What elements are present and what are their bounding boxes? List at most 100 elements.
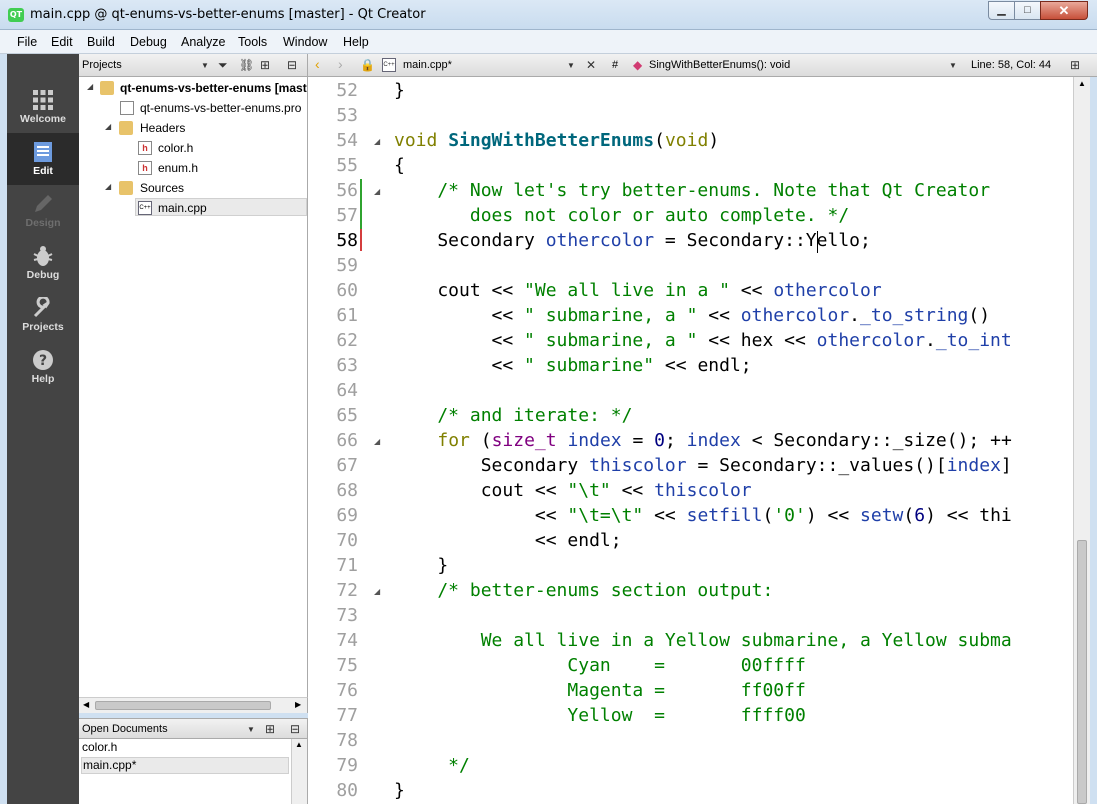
tree-item-label: main.cpp bbox=[158, 201, 207, 215]
chevron-down-icon[interactable]: ▼ bbox=[567, 61, 575, 70]
chevron-down-icon[interactable]: ▼ bbox=[201, 61, 209, 70]
minimize-button[interactable]: ▁ bbox=[988, 1, 1015, 20]
line-number: 76 bbox=[336, 680, 358, 701]
mode-help-label: Help bbox=[31, 373, 55, 385]
mode-projects[interactable]: Projects bbox=[7, 289, 79, 341]
wrench-icon bbox=[33, 297, 50, 318]
cursor-position[interactable]: Line: 58, Col: 44 bbox=[971, 59, 1051, 71]
mode-welcome-label: Welcome bbox=[20, 113, 66, 125]
code-line: for (size_t index = 0; index < Secondary… bbox=[437, 430, 1012, 451]
fold-marker-icon[interactable]: ◢ bbox=[374, 187, 380, 196]
expanded-arrow-icon[interactable]: ◢ bbox=[105, 122, 111, 131]
forward-icon[interactable]: › bbox=[338, 56, 343, 72]
scroll-left-icon[interactable]: ◀ bbox=[83, 700, 89, 709]
menu-window[interactable]: Window bbox=[283, 35, 327, 49]
header-file-icon: h bbox=[138, 141, 152, 155]
mode-debug[interactable]: Debug bbox=[7, 237, 79, 289]
fold-marker-icon[interactable]: ◢ bbox=[374, 587, 380, 596]
tree-item-project[interactable]: ◢ qt-enums-vs-better-enums [master] bbox=[79, 78, 307, 98]
menu-debug[interactable]: Debug bbox=[130, 35, 167, 49]
hash-marker: # bbox=[612, 59, 619, 71]
tree-item-headers[interactable]: ◢ Headers bbox=[79, 118, 307, 138]
split-icon[interactable]: ⊞ bbox=[265, 722, 275, 736]
scroll-right-icon[interactable]: ▶ bbox=[295, 700, 301, 709]
open-document-item[interactable]: color.h bbox=[81, 740, 289, 757]
line-number: 59 bbox=[336, 255, 358, 276]
code-line: << endl; bbox=[394, 530, 622, 551]
mode-welcome[interactable]: Welcome bbox=[7, 81, 79, 133]
line-number: 62 bbox=[336, 330, 358, 351]
menu-edit[interactable]: Edit bbox=[51, 35, 73, 49]
mode-help[interactable]: ? Help bbox=[7, 341, 79, 393]
tree-item-pro-file[interactable]: qt-enums-vs-better-enums.pro bbox=[79, 98, 307, 118]
menu-build[interactable]: Build bbox=[87, 35, 115, 49]
header-file-icon: h bbox=[138, 161, 152, 175]
mode-edit[interactable]: Edit bbox=[7, 133, 79, 185]
mode-design-label: Design bbox=[25, 217, 61, 229]
line-number: 64 bbox=[336, 380, 358, 401]
menu-help[interactable]: Help bbox=[343, 35, 369, 49]
line-number: 79 bbox=[336, 755, 358, 776]
chevron-down-icon[interactable]: ▼ bbox=[247, 725, 255, 734]
code-line: Secondary othercolor = Secondary::Yello; bbox=[394, 230, 871, 251]
code-editor[interactable]: } void SingWithBetterEnums(void) { /* Now … bbox=[388, 77, 1073, 804]
modebar-top-strip bbox=[7, 54, 79, 77]
open-documents-selector[interactable]: Open Documents bbox=[82, 723, 168, 735]
function-symbol-icon: ◆ bbox=[633, 58, 643, 72]
split-editor-icon[interactable]: ⊞ bbox=[1070, 58, 1080, 72]
modified-line-marker bbox=[360, 229, 362, 251]
mode-edit-label: Edit bbox=[33, 165, 53, 177]
open-document-item[interactable]: main.cpp* bbox=[81, 757, 289, 774]
scroll-up-icon[interactable]: ▲ bbox=[1078, 79, 1086, 88]
expanded-arrow-icon[interactable]: ◢ bbox=[105, 182, 111, 191]
menu-analyze[interactable]: Analyze bbox=[181, 35, 225, 49]
menu-tools[interactable]: Tools bbox=[238, 35, 267, 49]
back-icon[interactable]: ‹ bbox=[315, 56, 320, 72]
symbol-selector[interactable]: SingWithBetterEnums(): void bbox=[649, 59, 790, 71]
document-icon bbox=[34, 142, 52, 162]
link-icon[interactable]: ⛓ bbox=[239, 58, 254, 72]
scroll-thumb[interactable] bbox=[1077, 540, 1087, 804]
open-documents-scrollbar[interactable]: ▲ bbox=[291, 739, 307, 804]
menu-file[interactable]: File bbox=[17, 35, 37, 49]
chevron-down-icon[interactable]: ▼ bbox=[949, 61, 957, 70]
line-number: 73 bbox=[336, 605, 358, 626]
projects-view-selector[interactable]: Projects bbox=[82, 59, 122, 71]
qt-creator-logo-icon: QT bbox=[8, 8, 24, 22]
fold-marker-icon[interactable]: ◢ bbox=[374, 137, 380, 146]
line-number: 69 bbox=[336, 505, 358, 526]
code-line: Magenta = ff00ff bbox=[394, 680, 806, 701]
code-line: << " submarine, a " << othercolor._to_st… bbox=[394, 305, 991, 326]
split-icon[interactable]: ⊞ bbox=[260, 58, 270, 72]
scroll-up-icon[interactable]: ▲ bbox=[295, 740, 303, 749]
maximize-button[interactable]: □ bbox=[1014, 1, 1041, 20]
file-tab[interactable]: main.cpp* bbox=[403, 59, 452, 71]
bug-icon bbox=[33, 246, 53, 266]
line-number: 70 bbox=[336, 530, 358, 551]
tree-item-label: qt-enums-vs-better-enums.pro bbox=[140, 101, 302, 115]
expanded-arrow-icon[interactable]: ◢ bbox=[87, 82, 93, 91]
tree-item-enum-h[interactable]: h enum.h bbox=[79, 158, 307, 178]
tree-horizontal-scrollbar[interactable]: ◀ ▶ bbox=[79, 697, 308, 713]
line-number: 52 bbox=[336, 80, 358, 101]
fold-marker-icon[interactable]: ◢ bbox=[374, 437, 380, 446]
line-number: 65 bbox=[336, 405, 358, 426]
tree-item-main-cpp[interactable]: C++ main.cpp bbox=[79, 198, 307, 218]
open-documents-header: Open Documents ▼ ⊞ ⊟ bbox=[79, 718, 308, 739]
line-number: 80 bbox=[336, 780, 358, 801]
mode-projects-label: Projects bbox=[22, 321, 64, 333]
project-folder-icon bbox=[100, 81, 114, 95]
mode-design[interactable]: Design bbox=[7, 185, 79, 237]
code-line: << " submarine, a " << hex << othercolor… bbox=[394, 330, 1012, 351]
scroll-thumb[interactable] bbox=[95, 701, 271, 710]
close-pane-icon[interactable]: ⊟ bbox=[287, 58, 297, 72]
editor-vertical-scrollbar[interactable]: ▲ bbox=[1073, 77, 1090, 804]
window-frame bbox=[1090, 77, 1097, 804]
line-number: 57 bbox=[336, 205, 358, 226]
filter-icon[interactable]: ⏷ bbox=[218, 58, 228, 73]
tree-item-sources[interactable]: ◢ Sources bbox=[79, 178, 307, 198]
close-file-icon[interactable]: ✕ bbox=[586, 58, 596, 72]
close-button[interactable]: ✕ bbox=[1040, 1, 1088, 20]
close-pane-icon[interactable]: ⊟ bbox=[290, 722, 300, 736]
tree-item-color-h[interactable]: h color.h bbox=[79, 138, 307, 158]
